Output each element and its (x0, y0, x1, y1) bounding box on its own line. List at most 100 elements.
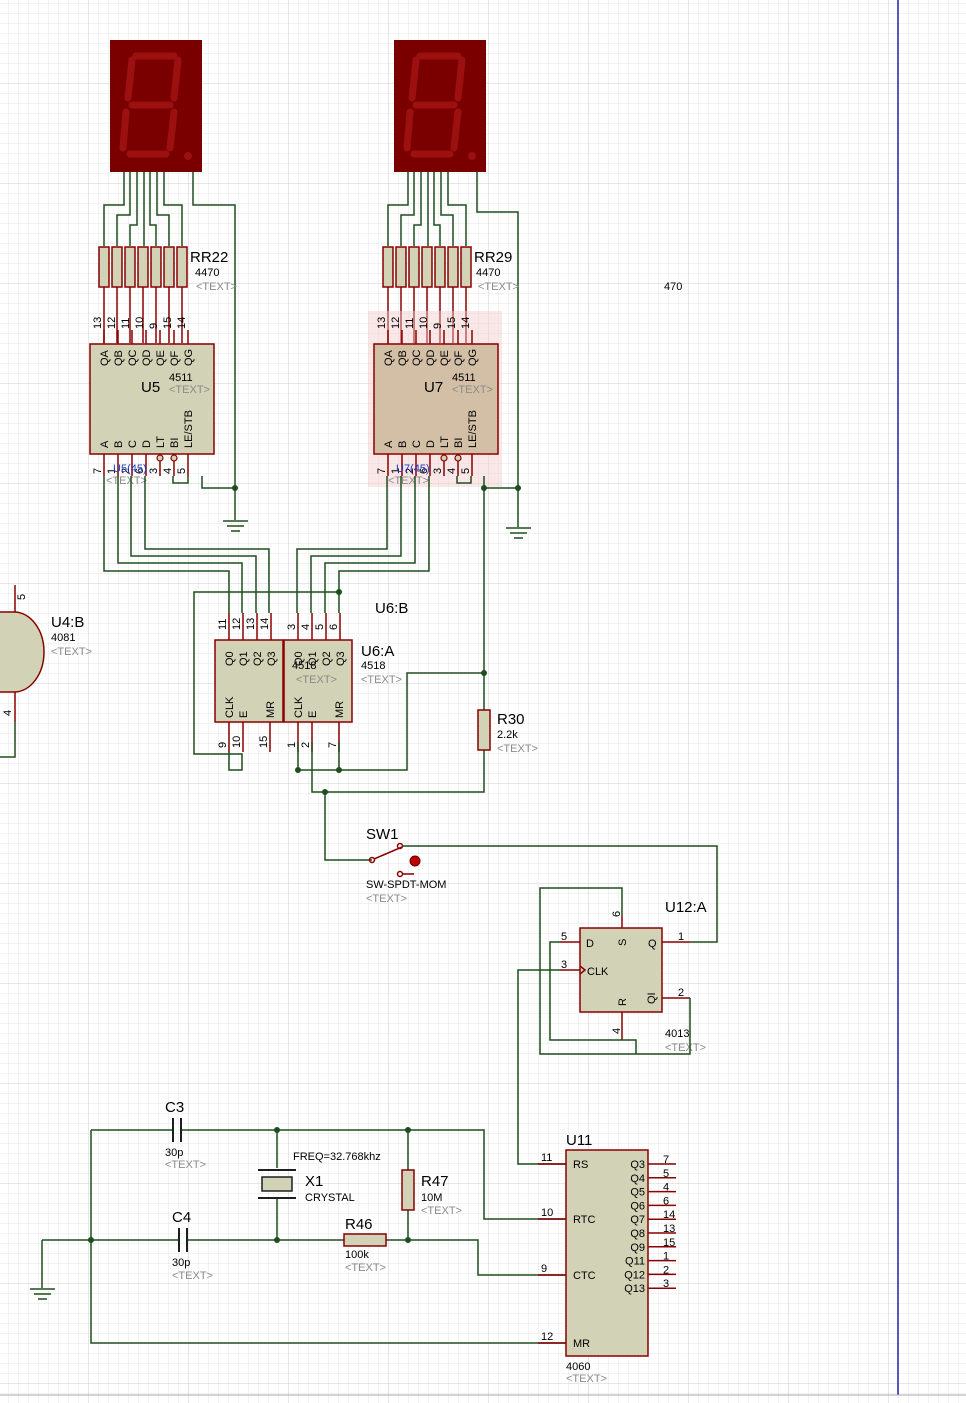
decoder-u7-ref-overlap: U7(45) (396, 463, 430, 475)
ff-ref: U12:A (665, 899, 707, 916)
grid-background (0, 0, 966, 1403)
pin-number: 7 (376, 468, 388, 474)
pin-number: 15 (258, 736, 270, 748)
pin-label: Q2 (252, 651, 264, 666)
pin-label: C (411, 440, 423, 448)
pin-label: Q8 (630, 1228, 645, 1240)
pin-number: 15 (663, 1237, 675, 1249)
pin-label: QC (411, 349, 423, 366)
pin-label: QB (397, 350, 409, 366)
pin-number: 12 (390, 317, 402, 329)
pin-label: QC (127, 349, 139, 366)
pin-label: E (307, 711, 319, 718)
pin-label: A (383, 440, 395, 448)
pin-number: 4 (162, 468, 174, 474)
pin-number: 9 (148, 323, 160, 329)
pin-label: QF (169, 350, 181, 366)
sw1-ref: SW1 (366, 826, 399, 843)
c4-ref: C4 (172, 1209, 191, 1226)
pin-number: 4 (663, 1182, 669, 1194)
ff-text: <TEXT> (665, 1042, 706, 1054)
pin-number: 9 (432, 323, 444, 329)
r47-value: 10M (421, 1192, 442, 1204)
pin-label: B (113, 441, 125, 448)
pin-number: 5 (176, 468, 188, 474)
u11-part: 4060 (566, 1361, 590, 1373)
stray-value-label: 470 (664, 281, 682, 293)
pin-number: 3 (148, 468, 160, 474)
decoder-u5-text-overlap: <TEXT> (106, 475, 147, 487)
rpack-left-text: <TEXT> (196, 281, 237, 293)
pin-number: 12 (106, 317, 118, 329)
pin-number: 12 (541, 1331, 553, 1343)
decoder-u7-text-overlap: <TEXT> (388, 475, 429, 487)
pin-number: 9 (217, 742, 229, 748)
pin-label: RS (573, 1159, 588, 1171)
rpack-right-value: 4470 (476, 267, 500, 279)
pin-number: 9 (541, 1263, 547, 1275)
pin-number: 13 (376, 317, 388, 329)
pin-number: 14 (663, 1209, 675, 1221)
pin-number: 7 (327, 742, 339, 748)
pin-label: Q11 (625, 1256, 645, 1268)
pin-number: 11 (541, 1152, 552, 1164)
rpack-left-ref: RR22 (190, 249, 228, 266)
rpack-right-text: <TEXT> (478, 281, 519, 293)
pin-number: 12 (231, 618, 243, 630)
pin-label: MR (265, 701, 277, 718)
pin-number: 11 (217, 619, 229, 630)
switch-button[interactable] (409, 855, 421, 867)
pin-label: CLK (293, 696, 305, 718)
pin-label: Q6 (630, 1200, 645, 1212)
pin-label: BI (453, 438, 465, 448)
x1-ref: X1 (305, 1173, 323, 1190)
ff-num-r: 4 (611, 1028, 623, 1034)
pin-label: E (238, 711, 250, 718)
pin-number: 4 (300, 624, 312, 630)
pin-number: 10 (541, 1207, 553, 1219)
pin-number: 10 (418, 317, 430, 329)
pin-label: LE/STB (183, 410, 195, 448)
pin-label: LT (155, 436, 167, 448)
pin-number: 10 (134, 317, 146, 329)
pin-number: 11 (120, 318, 132, 329)
display-right[interactable] (394, 40, 486, 172)
pin-number: 5 (314, 624, 326, 630)
ff-num-qi: 2 (678, 987, 684, 999)
ff-num-q: 1 (678, 931, 684, 943)
pin-number: 3 (432, 468, 444, 474)
ff-pin-q: Q (648, 938, 657, 950)
pin-number: 14 (460, 317, 472, 329)
pin-number: 14 (176, 317, 188, 329)
counter-u6-a-part-inner: 4518 (292, 660, 316, 672)
pin-label: CTC (573, 1270, 596, 1282)
pin-label: D (425, 440, 437, 448)
c3-ref: C3 (165, 1099, 184, 1116)
pin-label: BI (169, 438, 181, 448)
decoder-u5-ref: U5 (141, 379, 160, 396)
pin-number: 4 (446, 468, 458, 474)
display-left[interactable] (110, 40, 202, 172)
r47-text: <TEXT> (421, 1205, 462, 1217)
schematic-canvas[interactable]: RR22 4470 <TEXT> RR29 4470 <TEXT> 470 QA… (0, 0, 966, 1403)
pin-label: LT (439, 436, 451, 448)
pin-number: 13 (245, 618, 257, 630)
pin-label: QF (453, 350, 465, 366)
pin-label: Q5 (630, 1187, 645, 1199)
counter-u6-b-ref: U6:B (375, 600, 408, 617)
pin-label: QE (155, 350, 167, 366)
pin-label: QG (467, 349, 479, 366)
r46-value: 100k (345, 1249, 369, 1261)
ff-pin-clk: CLK (587, 966, 609, 978)
pin-label: QG (183, 349, 195, 366)
pin-label: C (127, 440, 139, 448)
pin-label: Q13 (624, 1283, 645, 1295)
pin-label: Q12 (624, 1269, 645, 1281)
and-gate-text: <TEXT> (51, 646, 92, 658)
pin-number: 6 (663, 1195, 669, 1207)
decoder-u7-part: 4511 (452, 372, 476, 384)
pin-number: 2 (663, 1264, 669, 1276)
counter-u6-a-part: 4518 (361, 660, 385, 672)
pin-label: Q2 (321, 651, 333, 666)
decoder-u5-ref-overlap: U5(45) (113, 463, 147, 475)
